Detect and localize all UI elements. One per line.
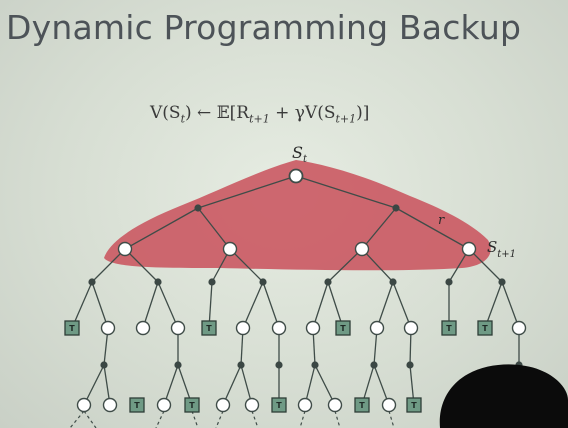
edge [376, 281, 394, 329]
edge [501, 281, 520, 329]
state-node [156, 397, 172, 413]
state-node [369, 320, 385, 336]
edge [91, 281, 109, 329]
terminal-node: T [441, 320, 457, 336]
terminal-node: T [335, 320, 351, 336]
next-state-label: St+1 [487, 238, 516, 260]
state-node [76, 397, 92, 413]
action-node [445, 278, 453, 286]
edge [312, 281, 329, 329]
svg-text:T: T [134, 401, 140, 410]
action-node [498, 278, 506, 286]
action-node [392, 204, 400, 212]
terminal-node: T [271, 397, 287, 413]
next-state-node [222, 241, 238, 257]
action-node [389, 278, 397, 286]
svg-text:T: T [359, 401, 365, 410]
action-node [275, 361, 283, 369]
action-node [100, 361, 108, 369]
state-node [235, 320, 251, 336]
next-state-node [117, 241, 133, 257]
state-node [170, 320, 186, 336]
action-node [194, 204, 202, 212]
action-node [174, 361, 182, 369]
edge [392, 281, 412, 329]
dashed-edge [83, 410, 97, 428]
next-state-node [461, 241, 477, 257]
dashed-edge [251, 410, 259, 428]
state-node [102, 397, 118, 413]
dashed-edge [388, 410, 395, 428]
backup-tree-diagram: T T T T T T T T T T St St+1 r [64, 143, 568, 428]
svg-text:T: T [206, 324, 212, 333]
svg-text:T: T [69, 324, 75, 333]
action-node [259, 278, 267, 286]
action-node [208, 278, 216, 286]
action-node [370, 361, 378, 369]
dashed-edge [155, 410, 165, 428]
edge [242, 281, 264, 329]
root-state-label: St [292, 143, 308, 165]
state-node [271, 320, 287, 336]
terminal-node: T [64, 320, 80, 336]
reward-label: r [438, 213, 445, 228]
svg-text:T: T [276, 401, 282, 410]
svg-text:T: T [411, 401, 417, 410]
state-node [403, 320, 419, 336]
action-node [154, 278, 162, 286]
state-node [135, 320, 151, 336]
svg-text:T: T [446, 324, 452, 333]
svg-text:T: T [189, 401, 195, 410]
root-state-node [288, 168, 304, 184]
state-node [297, 397, 313, 413]
state-node [215, 397, 231, 413]
terminal-node: T [406, 397, 422, 413]
dashed-edge [215, 410, 224, 428]
action-node [324, 278, 332, 286]
terminal-node: T [477, 320, 493, 336]
terminal-node: T [354, 397, 370, 413]
audience-head-silhouette [439, 364, 568, 428]
slide: Dynamic Programming Backup V(St) ← 𝔼[Rt+… [0, 0, 568, 428]
action-node [311, 361, 319, 369]
dashed-edge [334, 410, 341, 428]
state-node [327, 397, 343, 413]
state-node [511, 320, 527, 336]
dashed-edge [69, 410, 85, 428]
terminal-node: T [184, 397, 200, 413]
state-node [305, 320, 321, 336]
action-node [88, 278, 96, 286]
edge [157, 281, 179, 329]
dashed-edge [191, 410, 199, 428]
svg-text:T: T [340, 324, 346, 333]
action-node [237, 361, 245, 369]
state-node [244, 397, 260, 413]
terminal-node: T [201, 320, 217, 336]
edge [142, 281, 159, 329]
next-state-node [354, 241, 370, 257]
state-node [100, 320, 116, 336]
dashed-edge [299, 410, 306, 428]
svg-text:T: T [482, 324, 488, 333]
action-node [406, 361, 414, 369]
terminal-node: T [129, 397, 145, 413]
edge [262, 281, 280, 329]
state-node [381, 397, 397, 413]
